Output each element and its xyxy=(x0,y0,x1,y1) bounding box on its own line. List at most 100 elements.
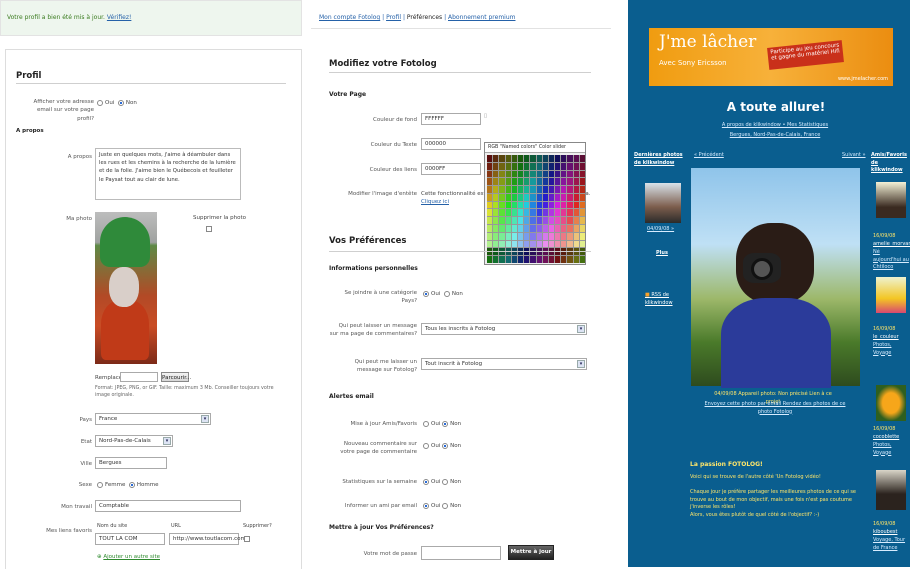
color-cell[interactable] xyxy=(567,178,573,186)
color-cell[interactable] xyxy=(555,193,561,201)
color-cell[interactable] xyxy=(517,170,524,178)
color-cell[interactable] xyxy=(511,155,517,162)
color-cell[interactable] xyxy=(573,170,579,178)
color-cell[interactable] xyxy=(567,240,573,248)
color-cell[interactable] xyxy=(561,155,567,162)
color-picker-icon[interactable]: ▯ xyxy=(484,112,487,120)
color-cell[interactable] xyxy=(555,232,561,240)
fav-delete-checkbox[interactable] xyxy=(244,536,250,542)
color-cell[interactable] xyxy=(511,178,517,186)
color-cell[interactable] xyxy=(517,217,524,225)
color-cell[interactable] xyxy=(542,155,548,162)
color-cell[interactable] xyxy=(548,178,555,186)
color-cell[interactable] xyxy=(548,201,555,209)
color-cell[interactable] xyxy=(487,232,493,240)
color-cell[interactable] xyxy=(511,186,517,193)
bg-color-input[interactable]: FFFFFF xyxy=(421,113,481,125)
color-cell[interactable] xyxy=(567,209,573,217)
color-cell[interactable] xyxy=(579,201,585,209)
category-non-radio[interactable] xyxy=(443,290,450,297)
color-cell[interactable] xyxy=(561,209,567,217)
color-cell[interactable] xyxy=(579,232,585,240)
color-cell[interactable] xyxy=(517,193,524,201)
stats-oui-radio[interactable] xyxy=(423,478,429,485)
color-cell[interactable] xyxy=(567,225,573,232)
delete-photo-checkbox[interactable] xyxy=(206,226,212,232)
color-cell[interactable] xyxy=(499,193,505,201)
color-cell[interactable] xyxy=(579,256,585,263)
color-cell[interactable] xyxy=(561,225,567,232)
color-cell[interactable] xyxy=(530,209,536,217)
color-cell[interactable] xyxy=(493,186,499,193)
friend1-name[interactable]: amelie_morvan xyxy=(873,241,910,249)
color-cell[interactable] xyxy=(536,225,542,232)
color-cell[interactable] xyxy=(561,217,567,225)
main-photo[interactable] xyxy=(691,168,860,388)
color-cell[interactable] xyxy=(493,256,499,263)
color-cell[interactable] xyxy=(511,170,517,178)
color-cell[interactable] xyxy=(505,232,511,240)
color-cell[interactable] xyxy=(542,186,548,193)
color-cell[interactable] xyxy=(548,225,555,232)
color-cell[interactable] xyxy=(499,162,505,170)
message-permission-select[interactable]: Tous les inscrits à Fotolog ▾ xyxy=(421,323,587,335)
color-cell[interactable] xyxy=(487,186,493,193)
color-cell[interactable] xyxy=(517,186,524,193)
city-input[interactable]: Bergues xyxy=(95,457,167,469)
location-link[interactable]: Bergues, Nord-Pas-de-Calais, France xyxy=(700,132,850,140)
thumb-date[interactable]: 04/09/08 » xyxy=(647,226,674,234)
color-cell[interactable] xyxy=(487,155,493,162)
color-cell[interactable] xyxy=(542,209,548,217)
category-oui-radio[interactable] xyxy=(423,290,429,297)
color-cell[interactable] xyxy=(505,217,511,225)
color-cell[interactable] xyxy=(542,256,548,263)
color-cell[interactable] xyxy=(517,155,524,162)
color-cell[interactable] xyxy=(548,186,555,193)
country-select[interactable]: France ▾ xyxy=(95,413,211,425)
email-non-radio[interactable] xyxy=(117,99,124,106)
nav-premium-link[interactable]: Abonnement premium xyxy=(448,14,515,21)
color-cell[interactable] xyxy=(573,155,579,162)
color-cell[interactable] xyxy=(573,240,579,248)
color-cell[interactable] xyxy=(567,193,573,201)
color-cell[interactable] xyxy=(579,155,585,162)
color-cell[interactable] xyxy=(499,209,505,217)
fav-url-input[interactable]: http://www.toutlacom.com xyxy=(169,533,246,545)
color-cell[interactable] xyxy=(530,240,536,248)
color-cell[interactable] xyxy=(555,240,561,248)
color-cell[interactable] xyxy=(511,162,517,170)
color-cell[interactable] xyxy=(579,225,585,232)
friend4-name[interactable]: kiboubest xyxy=(873,529,898,537)
color-cell[interactable] xyxy=(524,209,530,217)
color-cell[interactable] xyxy=(524,256,530,263)
color-cell[interactable] xyxy=(542,201,548,209)
color-cell[interactable] xyxy=(524,162,530,170)
color-cell[interactable] xyxy=(530,201,536,209)
color-cell[interactable] xyxy=(499,155,505,162)
friend3-location[interactable]: Photos, Voyage xyxy=(873,442,909,457)
friends-non-radio[interactable] xyxy=(442,420,449,427)
color-cell[interactable] xyxy=(579,162,585,170)
color-cell[interactable] xyxy=(517,240,524,248)
swatch-tabs[interactable]: RGB "Named colors" Color slider xyxy=(485,143,585,153)
more-link[interactable]: Plus xyxy=(656,250,668,258)
color-cell[interactable] xyxy=(511,193,517,201)
color-cell[interactable] xyxy=(561,186,567,193)
email-oui-radio[interactable] xyxy=(97,99,103,106)
friend-thumb-4[interactable] xyxy=(876,470,906,510)
color-cell[interactable] xyxy=(530,256,536,263)
color-cell[interactable] xyxy=(505,209,511,217)
color-cell[interactable] xyxy=(561,170,567,178)
color-cell[interactable] xyxy=(499,201,505,209)
color-cell[interactable] xyxy=(536,209,542,217)
color-cell[interactable] xyxy=(524,225,530,232)
color-cell[interactable] xyxy=(542,170,548,178)
stats-non-radio[interactable] xyxy=(442,478,449,485)
color-cell[interactable] xyxy=(493,201,499,209)
color-cell[interactable] xyxy=(505,162,511,170)
color-cell[interactable] xyxy=(511,225,517,232)
color-cell[interactable] xyxy=(567,256,573,263)
comment-oui-radio[interactable] xyxy=(423,442,429,449)
color-cell[interactable] xyxy=(548,232,555,240)
color-cell[interactable] xyxy=(487,201,493,209)
